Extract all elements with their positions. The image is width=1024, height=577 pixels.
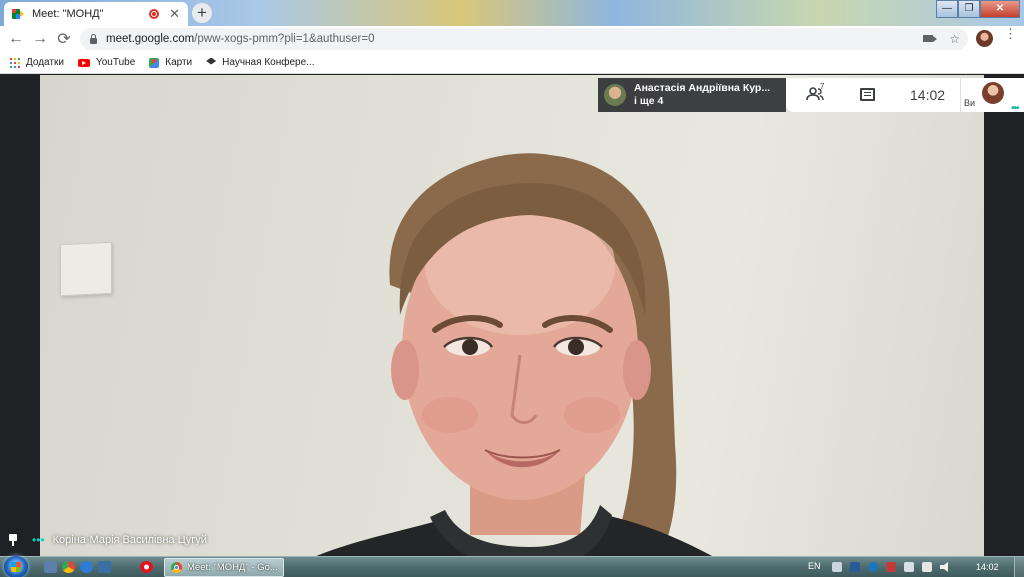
- forward-button[interactable]: →: [28, 30, 52, 48]
- presenter-others: і ще 4: [634, 95, 664, 107]
- chat-icon[interactable]: [860, 88, 875, 101]
- presenter-name: Анастасія Андріївна Кур...: [634, 82, 771, 94]
- show-desktop-icon[interactable]: [44, 561, 57, 573]
- participant-video-figure: [316, 153, 713, 556]
- new-tab-button[interactable]: +: [192, 3, 212, 23]
- tray-alert-icon[interactable]: [886, 562, 896, 572]
- bookmark-apps[interactable]: Додатки: [10, 57, 64, 68]
- maps-icon: [149, 57, 160, 68]
- graduation-cap-icon: [206, 57, 217, 65]
- chrome-icon[interactable]: [62, 561, 75, 573]
- address-bar[interactable]: meet.google.com/pww-xogs-pmm?pli=1&authu…: [80, 28, 968, 50]
- tab-meet[interactable]: Meet: "МОНД" ✕: [4, 2, 188, 26]
- bookmark-label: Карти: [165, 57, 193, 68]
- taskbar-chrome-window[interactable]: Meet: "МОНД" - Go...: [164, 558, 284, 577]
- meet-stage: Анастасія Андріївна Кур... і ще 4 7 14:0…: [0, 75, 1024, 556]
- reload-button[interactable]: ⟳: [52, 29, 76, 49]
- bookmark-conference[interactable]: Научная Конфере...: [206, 57, 314, 68]
- url-host: meet.google.com: [106, 33, 195, 45]
- window-controls: — ❐ ✕: [936, 0, 1020, 18]
- speaker-name: Коріна-Марія Василівна Цугуй: [52, 534, 207, 546]
- speaking-indicator: •••: [32, 533, 45, 547]
- volume-icon[interactable]: [940, 562, 948, 572]
- tab-title: Meet: "МОНД": [32, 8, 104, 20]
- presenter-info: Анастасія Андріївна Кур... і ще 4: [634, 82, 770, 108]
- bookmark-label: Научная Конфере...: [222, 57, 315, 68]
- bookmarks-bar: Додатки YouTube Карти Научная Конфере...: [0, 52, 1024, 74]
- taskbar-window-title: Meet: "МОНД" - Go...: [187, 562, 278, 573]
- tray-device-icon[interactable]: [904, 562, 914, 572]
- tab-close-button[interactable]: ✕: [169, 6, 180, 22]
- screen: Meet: "МОНД" ✕ + — ❐ ✕ ← → ⟳ meet.google…: [0, 0, 1024, 577]
- window-switcher-icon[interactable]: [98, 561, 111, 573]
- self-audio-indicator: •••: [1011, 103, 1019, 114]
- network-icon[interactable]: [922, 562, 932, 572]
- browser-toolbar: ← → ⟳ meet.google.com/pww-xogs-pmm?pli=1…: [0, 26, 1024, 52]
- presenter-avatar: [604, 84, 626, 106]
- omnibox-icons: ☆: [923, 32, 960, 46]
- bookmark-maps[interactable]: Карти: [149, 57, 192, 68]
- speaker-name-strip: ••• Коріна-Марія Василівна Цугуй: [0, 527, 207, 553]
- main-video-feed: [40, 75, 984, 556]
- windows-taskbar: Meet: "МОНД" - Go... EN 14:02: [0, 556, 1024, 577]
- profile-avatar[interactable]: [976, 30, 993, 47]
- self-view-avatar[interactable]: [982, 82, 1004, 104]
- chrome-icon: [171, 562, 182, 573]
- meet-favicon-icon: [12, 9, 24, 19]
- youtube-icon: [77, 58, 90, 67]
- opera-icon[interactable]: [140, 561, 153, 573]
- apps-icon: [10, 57, 20, 68]
- language-indicator[interactable]: EN: [808, 561, 821, 571]
- url-path: /pww-xogs-pmm?pli=1&authuser=0: [194, 33, 375, 45]
- back-button[interactable]: ←: [4, 30, 28, 48]
- taskbar-clock[interactable]: 14:02: [976, 562, 999, 572]
- participant-count: 7: [820, 82, 825, 91]
- camera-in-use-icon[interactable]: [923, 35, 938, 42]
- browser-menu-icon[interactable]: ⋮: [1004, 27, 1017, 40]
- minimize-button[interactable]: —: [936, 0, 958, 18]
- bookmark-label: YouTube: [95, 57, 136, 68]
- bluetooth-icon[interactable]: [868, 562, 878, 572]
- show-desktop-button[interactable]: [1014, 557, 1024, 577]
- meeting-clock: 14:02: [910, 87, 946, 103]
- you-label: Ви: [964, 98, 976, 108]
- lock-icon: [90, 34, 97, 44]
- start-button[interactable]: [4, 556, 28, 577]
- internet-explorer-icon[interactable]: [80, 561, 93, 573]
- divider: [960, 78, 961, 112]
- bookmark-star-icon[interactable]: ☆: [949, 32, 960, 46]
- tab-strip: Meet: "МОНД" ✕ + — ❐ ✕: [0, 0, 1024, 26]
- meet-top-panel: 7 14:02 Ви •••: [786, 78, 1024, 114]
- window-close-button[interactable]: ✕: [980, 0, 1020, 18]
- tray-security-icon[interactable]: [850, 562, 860, 572]
- bookmark-label: Додатки: [26, 57, 64, 68]
- presenter-card[interactable]: Анастасія Андріївна Кур... і ще 4: [598, 78, 786, 112]
- pin-icon[interactable]: [8, 534, 18, 546]
- restore-button[interactable]: ❐: [958, 0, 980, 18]
- tray-app-icon[interactable]: [832, 562, 842, 572]
- bookmark-youtube[interactable]: YouTube: [77, 57, 136, 68]
- wall-switch: [60, 241, 112, 297]
- recording-icon: [149, 9, 160, 19]
